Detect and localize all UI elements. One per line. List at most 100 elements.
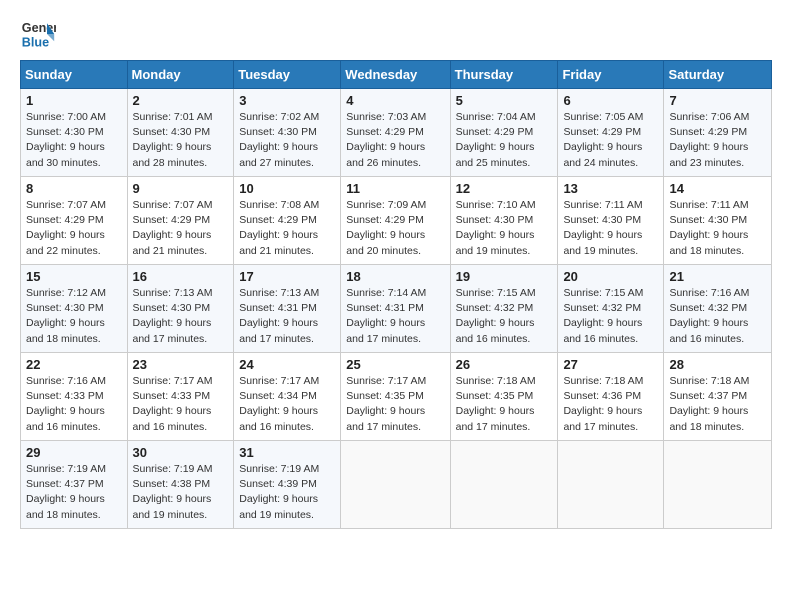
day-cell: 19 Sunrise: 7:15 AMSunset: 4:32 PMDaylig… [450,265,558,353]
day-cell: 1 Sunrise: 7:00 AMSunset: 4:30 PMDayligh… [21,89,128,177]
day-number: 17 [239,269,335,284]
week-row-4: 22 Sunrise: 7:16 AMSunset: 4:33 PMDaylig… [21,353,772,441]
col-header-thursday: Thursday [450,61,558,89]
week-row-1: 1 Sunrise: 7:00 AMSunset: 4:30 PMDayligh… [21,89,772,177]
day-number: 31 [239,445,335,460]
svg-text:Blue: Blue [22,36,49,50]
day-cell: 15 Sunrise: 7:12 AMSunset: 4:30 PMDaylig… [21,265,128,353]
day-cell: 26 Sunrise: 7:18 AMSunset: 4:35 PMDaylig… [450,353,558,441]
week-row-3: 15 Sunrise: 7:12 AMSunset: 4:30 PMDaylig… [21,265,772,353]
day-number: 7 [669,93,766,108]
day-info: Sunrise: 7:10 AMSunset: 4:30 PMDaylight:… [456,199,536,257]
day-cell: 14 Sunrise: 7:11 AMSunset: 4:30 PMDaylig… [664,177,772,265]
day-info: Sunrise: 7:17 AMSunset: 4:34 PMDaylight:… [239,375,319,433]
day-info: Sunrise: 7:01 AMSunset: 4:30 PMDaylight:… [133,111,213,169]
day-number: 8 [26,181,122,196]
day-number: 21 [669,269,766,284]
day-number: 20 [563,269,658,284]
day-info: Sunrise: 7:03 AMSunset: 4:29 PMDaylight:… [346,111,426,169]
day-cell: 28 Sunrise: 7:18 AMSunset: 4:37 PMDaylig… [664,353,772,441]
logo: General Blue [20,16,60,52]
day-cell: 21 Sunrise: 7:16 AMSunset: 4:32 PMDaylig… [664,265,772,353]
calendar-header-row: SundayMondayTuesdayWednesdayThursdayFrid… [21,61,772,89]
day-cell: 20 Sunrise: 7:15 AMSunset: 4:32 PMDaylig… [558,265,664,353]
day-info: Sunrise: 7:02 AMSunset: 4:30 PMDaylight:… [239,111,319,169]
col-header-tuesday: Tuesday [234,61,341,89]
day-number: 15 [26,269,122,284]
day-info: Sunrise: 7:12 AMSunset: 4:30 PMDaylight:… [26,287,106,345]
day-cell: 22 Sunrise: 7:16 AMSunset: 4:33 PMDaylig… [21,353,128,441]
day-cell: 6 Sunrise: 7:05 AMSunset: 4:29 PMDayligh… [558,89,664,177]
day-cell: 4 Sunrise: 7:03 AMSunset: 4:29 PMDayligh… [341,89,450,177]
day-info: Sunrise: 7:15 AMSunset: 4:32 PMDaylight:… [456,287,536,345]
day-cell [558,441,664,529]
day-cell [664,441,772,529]
day-info: Sunrise: 7:17 AMSunset: 4:35 PMDaylight:… [346,375,426,433]
day-cell: 16 Sunrise: 7:13 AMSunset: 4:30 PMDaylig… [127,265,234,353]
day-number: 29 [26,445,122,460]
day-cell: 29 Sunrise: 7:19 AMSunset: 4:37 PMDaylig… [21,441,128,529]
day-number: 5 [456,93,553,108]
day-info: Sunrise: 7:07 AMSunset: 4:29 PMDaylight:… [133,199,213,257]
col-header-sunday: Sunday [21,61,128,89]
day-cell: 2 Sunrise: 7:01 AMSunset: 4:30 PMDayligh… [127,89,234,177]
day-number: 3 [239,93,335,108]
day-info: Sunrise: 7:18 AMSunset: 4:36 PMDaylight:… [563,375,643,433]
day-number: 4 [346,93,444,108]
day-info: Sunrise: 7:00 AMSunset: 4:30 PMDaylight:… [26,111,106,169]
week-row-2: 8 Sunrise: 7:07 AMSunset: 4:29 PMDayligh… [21,177,772,265]
col-header-saturday: Saturday [664,61,772,89]
day-cell: 31 Sunrise: 7:19 AMSunset: 4:39 PMDaylig… [234,441,341,529]
day-number: 11 [346,181,444,196]
col-header-friday: Friday [558,61,664,89]
day-cell: 5 Sunrise: 7:04 AMSunset: 4:29 PMDayligh… [450,89,558,177]
day-cell: 17 Sunrise: 7:13 AMSunset: 4:31 PMDaylig… [234,265,341,353]
day-number: 28 [669,357,766,372]
day-number: 30 [133,445,229,460]
page: General Blue SundayMondayTuesdayWednesda… [0,0,792,539]
day-info: Sunrise: 7:13 AMSunset: 4:30 PMDaylight:… [133,287,213,345]
day-info: Sunrise: 7:19 AMSunset: 4:38 PMDaylight:… [133,463,213,521]
day-info: Sunrise: 7:18 AMSunset: 4:35 PMDaylight:… [456,375,536,433]
day-cell: 12 Sunrise: 7:10 AMSunset: 4:30 PMDaylig… [450,177,558,265]
day-number: 16 [133,269,229,284]
day-cell: 30 Sunrise: 7:19 AMSunset: 4:38 PMDaylig… [127,441,234,529]
day-number: 12 [456,181,553,196]
day-number: 25 [346,357,444,372]
day-cell: 27 Sunrise: 7:18 AMSunset: 4:36 PMDaylig… [558,353,664,441]
day-number: 6 [563,93,658,108]
week-row-5: 29 Sunrise: 7:19 AMSunset: 4:37 PMDaylig… [21,441,772,529]
day-info: Sunrise: 7:07 AMSunset: 4:29 PMDaylight:… [26,199,106,257]
day-cell [341,441,450,529]
day-cell: 11 Sunrise: 7:09 AMSunset: 4:29 PMDaylig… [341,177,450,265]
day-cell: 25 Sunrise: 7:17 AMSunset: 4:35 PMDaylig… [341,353,450,441]
day-info: Sunrise: 7:08 AMSunset: 4:29 PMDaylight:… [239,199,319,257]
day-number: 18 [346,269,444,284]
col-header-monday: Monday [127,61,234,89]
day-info: Sunrise: 7:17 AMSunset: 4:33 PMDaylight:… [133,375,213,433]
day-info: Sunrise: 7:05 AMSunset: 4:29 PMDaylight:… [563,111,643,169]
day-info: Sunrise: 7:16 AMSunset: 4:33 PMDaylight:… [26,375,106,433]
day-number: 1 [26,93,122,108]
day-number: 19 [456,269,553,284]
day-number: 14 [669,181,766,196]
day-cell: 3 Sunrise: 7:02 AMSunset: 4:30 PMDayligh… [234,89,341,177]
day-info: Sunrise: 7:11 AMSunset: 4:30 PMDaylight:… [669,199,748,257]
logo-icon: General Blue [20,16,56,52]
day-cell: 13 Sunrise: 7:11 AMSunset: 4:30 PMDaylig… [558,177,664,265]
day-info: Sunrise: 7:13 AMSunset: 4:31 PMDaylight:… [239,287,319,345]
day-number: 26 [456,357,553,372]
col-header-wednesday: Wednesday [341,61,450,89]
day-info: Sunrise: 7:18 AMSunset: 4:37 PMDaylight:… [669,375,749,433]
day-cell: 9 Sunrise: 7:07 AMSunset: 4:29 PMDayligh… [127,177,234,265]
day-info: Sunrise: 7:11 AMSunset: 4:30 PMDaylight:… [563,199,642,257]
day-cell: 23 Sunrise: 7:17 AMSunset: 4:33 PMDaylig… [127,353,234,441]
day-number: 10 [239,181,335,196]
day-cell: 7 Sunrise: 7:06 AMSunset: 4:29 PMDayligh… [664,89,772,177]
header: General Blue [20,16,772,52]
day-info: Sunrise: 7:04 AMSunset: 4:29 PMDaylight:… [456,111,536,169]
day-info: Sunrise: 7:19 AMSunset: 4:39 PMDaylight:… [239,463,319,521]
day-info: Sunrise: 7:06 AMSunset: 4:29 PMDaylight:… [669,111,749,169]
day-number: 22 [26,357,122,372]
day-number: 9 [133,181,229,196]
